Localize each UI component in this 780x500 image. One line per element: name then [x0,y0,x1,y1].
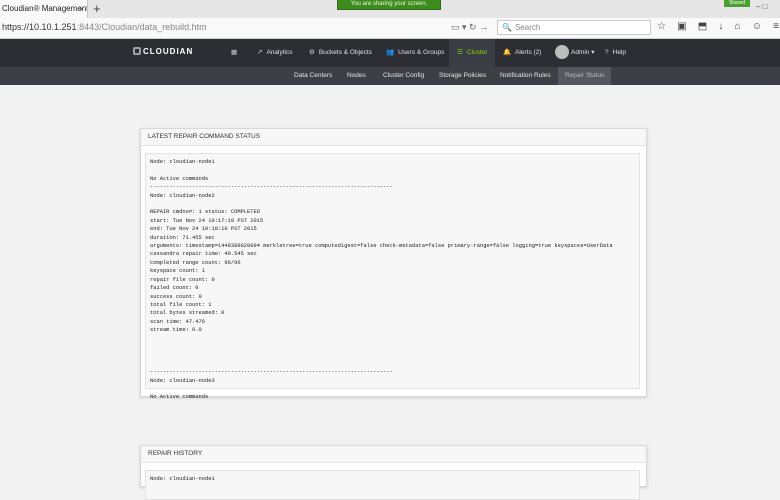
log-line: cassandra repair time: 49.545 sec [150,251,257,258]
app-header: CLOUDIAN ▦ ↗ Analytics ⚙ Buckets & Objects… [0,39,780,67]
log-line: Node: cloudian-node1 [150,476,215,482]
nav-buckets-objects[interactable]: ⚙ Buckets & Objects [309,39,372,67]
search-icon: 🔍 [502,23,512,32]
avatar [555,45,569,60]
download-icon[interactable]: ↓ [718,21,723,32]
url-host: https://10.10.1.251 [2,22,77,32]
tab-cluster-config[interactable]: Cluster Config [383,67,424,85]
panel-title: LATEST REPAIR COMMAND STATUS [141,129,646,146]
dashboard-button[interactable]: ▦ [231,39,241,67]
tab-nodes[interactable]: Nodes [347,67,366,85]
admin-label: Admin ▾ [571,49,595,56]
log-line: REPAIR cmdno#: 1 status: COMPLETED [150,209,260,216]
search-input[interactable]: 🔍 Search [497,20,651,35]
browser-address-bar: https://10.10.1.251:8443/Cloudian/data_r… [0,18,780,39]
url-path: :8443/Cloudian/data_rebuild.htm [76,22,207,32]
home-icon[interactable]: ⌂ [735,21,741,32]
pocket-icon[interactable]: ⬒ [698,21,707,32]
log-line: Node: cloudian-node3 [150,377,215,384]
logo-mark-icon [133,47,141,55]
close-tab-icon[interactable]: × [79,0,84,18]
nav-users-label: Users & Groups [398,49,445,56]
users-icon: 👥 [386,49,395,56]
nav-help[interactable]: ? Help [605,39,626,67]
log-line: stream time: 0.0 [150,327,202,334]
log-line: arguments: timestamp=1448389820094 merkl… [150,243,613,250]
nav-help-label: Help [612,49,626,56]
url-field[interactable]: https://10.10.1.251:8443/Cloudian/data_r… [2,22,207,32]
repair-history-log-box: Node: cloudian-node1 [145,470,640,500]
repair-status-log-box: Node: cloudian-node1 No Active commands -… [145,153,640,400]
gear-icon: ⚙ [309,49,315,56]
nav-analytics-label: Analytics [266,49,293,56]
log-line: start: Tue Nov 24 10:17:19 PST 2015 [150,217,264,224]
log-line: end: Tue Nov 24 10:18:10 PST 2015 [150,226,257,233]
shared-badge: Shared [724,0,750,7]
log-line: No Active commands [150,175,209,182]
log-line: success count: 0 [150,293,202,300]
reload-icon[interactable]: ▭ ▾ ↻ → [451,22,488,33]
log-line: repair file count: 0 [150,276,215,283]
nav-buckets-label: Buckets & Objects [318,49,372,56]
window-controls[interactable]: – □ [756,2,780,16]
repair-history-log: Node: cloudian-node1 [150,475,635,483]
browser-tab[interactable]: Cloudian® Management ... × [0,0,88,18]
analytics-icon: ↗ [257,49,263,56]
log-line: scan time: 47.476 [150,318,205,325]
bell-icon: 🔔 [503,49,512,56]
bookmark-star-icon[interactable]: ☆ [657,21,666,32]
cluster-subnav: Data Centers Nodes Cluster Config Storag… [0,67,780,85]
tab-notification-rules[interactable]: Notification Rules [500,67,551,85]
tab-title: Cloudian® Management ... [2,4,88,13]
latest-repair-status-panel: LATEST REPAIR COMMAND STATUS Node: cloud… [140,128,647,400]
repair-status-log: Node: cloudian-node1 No Active commands -… [150,158,635,402]
log-line: completed range count: 96/96 [150,259,241,266]
dashboard-icon: ▦ [231,49,238,56]
nav-analytics[interactable]: ↗ Analytics [257,39,292,67]
log-line: Node: cloudian-node1 [150,159,215,165]
search-placeholder: Search [514,23,541,32]
log-line: total bytes streamed: 0 [150,310,225,317]
nav-cluster[interactable]: ☰ Cluster [449,39,496,67]
help-icon: ? [605,49,609,56]
reading-list-icon[interactable]: ▣ [677,21,686,32]
log-line: ----------------------------------------… [150,184,393,191]
tab-data-centers[interactable]: Data Centers [294,67,332,85]
nav-users-groups[interactable]: 👥 Users & Groups [386,39,444,67]
nav-alerts[interactable]: 🔔 Alerts (2) [503,39,541,67]
nav-cluster-label: Cluster [466,49,488,56]
nav-alerts-label: Alerts (2) [515,49,542,56]
menu-icon[interactable]: ≡ [773,21,779,32]
smiley-icon[interactable]: ☺ [752,21,762,32]
panel-title: REPAIR HISTORY [141,446,646,463]
log-line: duration: 71.455 sec [150,234,215,241]
tab-repair-status[interactable]: Repair Status [558,67,612,85]
cloudian-logo[interactable]: CLOUDIAN [133,47,193,56]
browser-toolbar: ☆ ▣ ⬒ ↓ ⌂ ☺ ≡ [657,21,779,32]
screen-sharing-banner: You are sharing your screen. [337,0,441,10]
tab-storage-policies[interactable]: Storage Policies [439,67,486,85]
log-line: keyspace count: 1 [150,268,205,275]
browser-tab-bar: Cloudian® Management ... × + You are sha… [0,0,780,19]
log-line: Node: cloudian-node2 [150,192,215,199]
repair-history-panel: REPAIR HISTORY Node: cloudian-node1 [140,445,647,500]
cluster-icon: ☰ [457,49,463,56]
log-line: ----------------------------------------… [150,369,393,376]
new-tab-button[interactable]: + [93,0,101,17]
logo-text: CLOUDIAN [143,47,194,56]
log-line: failed count: 0 [150,285,199,292]
log-line: No Active commands [150,394,209,401]
log-line: total file count: 1 [150,301,212,308]
admin-menu[interactable]: Admin ▾ [555,39,595,67]
